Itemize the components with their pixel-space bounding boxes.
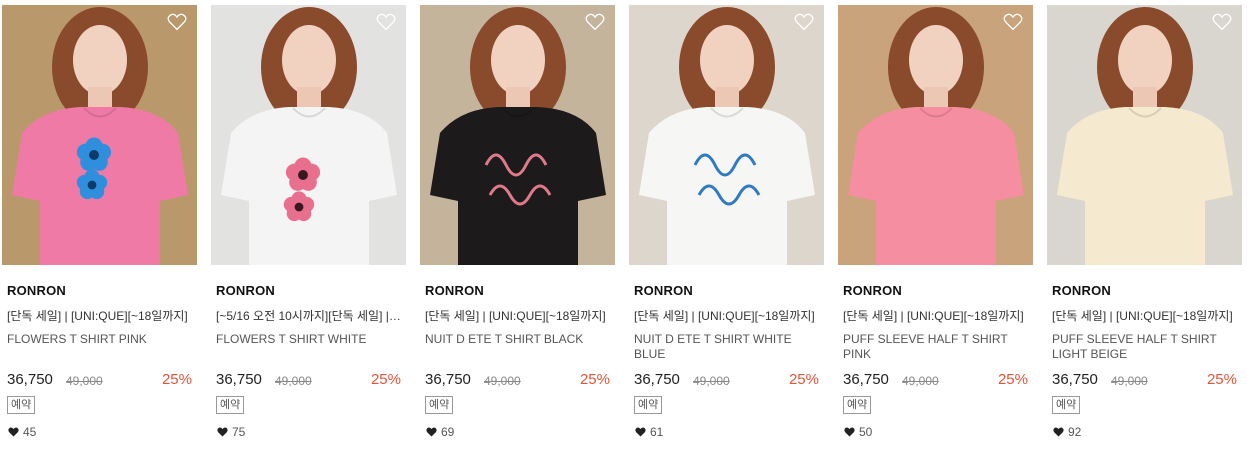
discount-rate: 25% [161,371,192,388]
heart-filled-icon [1053,427,1064,437]
product-brand[interactable]: RONRON [7,283,66,298]
like-count: 45 [8,425,36,439]
product-image[interactable] [2,5,197,265]
discount-rate: 25% [370,371,401,388]
like-count: 92 [1053,425,1081,439]
product-photo [420,5,615,265]
wishlist-heart-icon[interactable] [1003,13,1023,31]
product-card[interactable]: RONRON [~5/16 오전 10시까지][단독 세일] | [UNI:QU… [211,5,406,455]
like-count-value: 69 [441,425,455,439]
product-card[interactable]: RONRON [단독 세일] | [UNI:QUE][~18일까지] FLOWE… [2,5,197,455]
discount-rate: 25% [1206,371,1237,388]
product-card[interactable]: RONRON [단독 세일] | [UNI:QUE][~18일까지] NUIT … [420,5,615,455]
sale-price: 36,750 [425,371,471,388]
like-count-value: 75 [232,425,246,439]
product-brand[interactable]: RONRON [1052,283,1111,298]
wishlist-heart-icon[interactable] [585,13,605,31]
product-card[interactable]: RONRON [단독 세일] | [UNI:QUE][~18일까지] PUFF … [838,5,1033,455]
product-brand[interactable]: RONRON [425,283,484,298]
discount-rate: 25% [788,371,819,388]
product-image[interactable] [420,5,615,265]
like-count-value: 92 [1068,425,1082,439]
product-brand[interactable]: RONRON [634,283,693,298]
like-count: 69 [426,425,454,439]
discount-rate: 25% [997,371,1028,388]
product-name[interactable]: NUIT D ETE T SHIRT BLACK [425,332,610,347]
product-photo [1047,5,1242,265]
heart-filled-icon [217,427,228,437]
product-brand[interactable]: RONRON [216,283,275,298]
product-image[interactable] [211,5,406,265]
reservation-badge: 예약 [634,396,663,414]
product-promo-text[interactable]: [단독 세일] | [UNI:QUE][~18일까지] [1052,307,1240,324]
product-promo-text[interactable]: [단독 세일] | [UNI:QUE][~18일까지] [843,307,1031,324]
product-promo-text[interactable]: [~5/16 오전 10시까지][단독 세일] | [UNI:QUE] [216,307,404,324]
like-count: 50 [844,425,872,439]
wishlist-heart-icon[interactable] [376,13,396,31]
wishlist-heart-icon[interactable] [1212,13,1232,31]
original-price: 49,000 [275,374,312,388]
like-count: 61 [635,425,663,439]
original-price: 49,000 [484,374,521,388]
reservation-badge: 예약 [1052,396,1081,414]
product-name[interactable]: FLOWERS T SHIRT PINK [7,332,192,347]
sale-price: 36,750 [843,371,889,388]
product-name[interactable]: FLOWERS T SHIRT WHITE [216,332,401,347]
product-name[interactable]: PUFF SLEEVE HALF T SHIRT LIGHT BEIGE [1052,332,1237,362]
like-count: 75 [217,425,245,439]
reservation-badge: 예약 [425,396,454,414]
product-image[interactable] [838,5,1033,265]
discount-rate: 25% [579,371,610,388]
product-name[interactable]: NUIT D ETE T SHIRT WHITE BLUE [634,332,819,362]
like-count-value: 50 [859,425,873,439]
original-price: 49,000 [902,374,939,388]
product-photo [211,5,406,265]
reservation-badge: 예약 [7,396,36,414]
wishlist-heart-icon[interactable] [167,13,187,31]
product-promo-text[interactable]: [단독 세일] | [UNI:QUE][~18일까지] [7,307,195,324]
product-promo-text[interactable]: [단독 세일] | [UNI:QUE][~18일까지] [425,307,613,324]
reservation-badge: 예약 [843,396,872,414]
heart-filled-icon [426,427,437,437]
sale-price: 36,750 [634,371,680,388]
product-image[interactable] [629,5,824,265]
original-price: 49,000 [693,374,730,388]
product-brand[interactable]: RONRON [843,283,902,298]
product-photo [629,5,824,265]
original-price: 49,000 [1111,374,1148,388]
product-card[interactable]: RONRON [단독 세일] | [UNI:QUE][~18일까지] PUFF … [1047,5,1242,455]
heart-filled-icon [635,427,646,437]
original-price: 49,000 [66,374,103,388]
heart-filled-icon [8,427,19,437]
product-card[interactable]: RONRON [단독 세일] | [UNI:QUE][~18일까지] NUIT … [629,5,824,455]
reservation-badge: 예약 [216,396,245,414]
product-photo [838,5,1033,265]
sale-price: 36,750 [216,371,262,388]
sale-price: 36,750 [1052,371,1098,388]
product-photo [2,5,197,265]
heart-filled-icon [844,427,855,437]
product-grid: RONRON [단독 세일] | [UNI:QUE][~18일까지] FLOWE… [0,0,1247,458]
like-count-value: 45 [23,425,37,439]
wishlist-heart-icon[interactable] [794,13,814,31]
product-name[interactable]: PUFF SLEEVE HALF T SHIRT PINK [843,332,1028,362]
product-image[interactable] [1047,5,1242,265]
sale-price: 36,750 [7,371,53,388]
like-count-value: 61 [650,425,664,439]
product-promo-text[interactable]: [단독 세일] | [UNI:QUE][~18일까지] [634,307,822,324]
